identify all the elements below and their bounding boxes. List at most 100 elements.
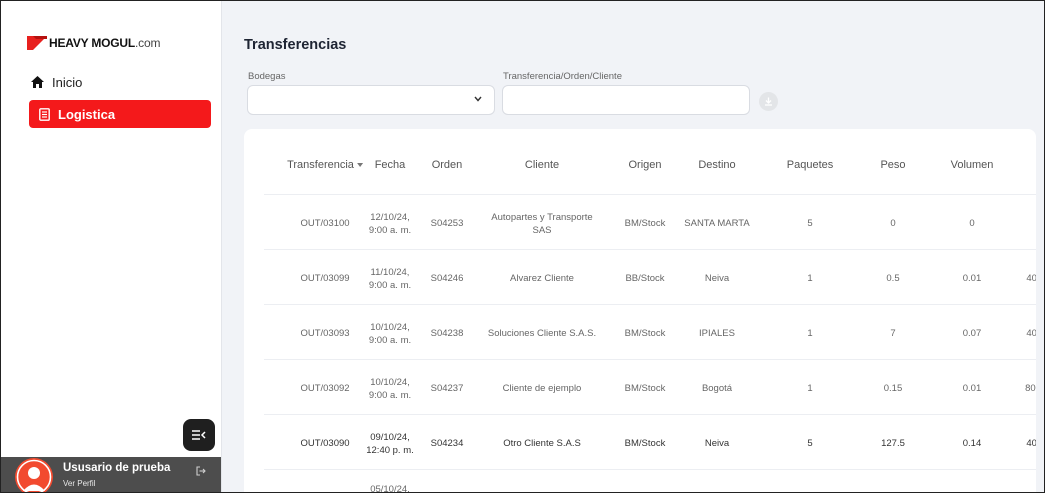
- column-header-origen[interactable]: Origen: [628, 159, 661, 171]
- cell-volumen: 0.14: [962, 438, 982, 449]
- column-header-fecha[interactable]: Fecha: [375, 159, 406, 171]
- cell-cliente: Otro Cliente S.A.S: [503, 438, 581, 449]
- cell-fecha-time: 9:00 a. m.: [368, 335, 412, 346]
- cell-paquetes: 5: [807, 218, 813, 229]
- download-button[interactable]: [759, 92, 778, 111]
- user-name: Ususario de prueba: [63, 462, 171, 474]
- cell-fecha: 10/10/24, 9:00 a. m.: [369, 376, 411, 402]
- cell-origen: BM/Stock: [624, 218, 666, 229]
- cell-fecha-date: 10/10/24,: [370, 377, 410, 388]
- logo-mark-icon: [27, 36, 47, 50]
- cell-paquetes: 1: [807, 328, 813, 339]
- cell-transferencia: OUT/03100: [300, 218, 350, 229]
- cell-peso: 0.5: [886, 273, 900, 284]
- cell-peso: 127.5: [881, 438, 905, 449]
- column-header-paquetes[interactable]: Paquetes: [787, 159, 833, 171]
- column-header-transferencia[interactable]: Transferencia: [287, 159, 363, 171]
- collapse-sidebar-button[interactable]: [183, 419, 215, 451]
- sidebar: HEAVY MOGUL.com Inicio Logistica Ususari…: [1, 1, 222, 492]
- column-header-cliente[interactable]: Cliente: [525, 159, 559, 171]
- avatar[interactable]: [15, 458, 53, 492]
- cell-fecha-date: 12/10/24,: [370, 212, 410, 223]
- search-label: Transferencia/Orden/Cliente: [503, 71, 622, 82]
- cell-cliente: Soluciones Cliente S.A.S.: [487, 328, 597, 339]
- logo-text: HEAVY MOGUL.com: [49, 36, 160, 50]
- column-header-peso[interactable]: Peso: [880, 159, 905, 171]
- column-header-volumen[interactable]: Volumen: [951, 159, 994, 171]
- cell-peso: 7: [890, 328, 896, 339]
- cell-transferencia: OUT/03099: [300, 273, 350, 284]
- cell-fecha-time: 9:00 a. m.: [368, 390, 412, 401]
- sidebar-item-inicio[interactable]: Inicio: [31, 68, 82, 96]
- sidebar-item-label: Logistica: [58, 106, 116, 122]
- cell-extra: 40!: [1026, 328, 1036, 339]
- app-window: HEAVY MOGUL.com Inicio Logistica Ususari…: [0, 0, 1045, 493]
- user-profile-bar[interactable]: Ususario de prueba Ver Perfil: [1, 457, 221, 492]
- cell-fecha: 10/10/24, 9:00 a. m.: [369, 321, 411, 347]
- cell-fecha-date: 11/10/24,: [370, 267, 410, 278]
- cell-cliente: Cliente de ejemplo: [502, 383, 582, 394]
- bodegas-select[interactable]: [247, 85, 495, 115]
- column-header-orden[interactable]: Orden: [432, 159, 463, 171]
- cell-peso: 0: [890, 218, 896, 229]
- clipboard-icon: [39, 107, 50, 121]
- cell-paquetes: 5: [807, 438, 813, 449]
- cell-fecha-time: 9:00 a. m.: [368, 280, 412, 291]
- cell-volumen: 0.01: [962, 383, 982, 394]
- main-content: Transferencias Bodegas Transferencia/Ord…: [222, 1, 1044, 492]
- row-divider: [264, 359, 1036, 360]
- cell-fecha-date: 10/10/24,: [370, 322, 410, 333]
- cell-orden: S04253: [430, 218, 464, 229]
- sidebar-item-label: Inicio: [52, 74, 83, 90]
- row-divider: [264, 304, 1036, 305]
- bodegas-label: Bodegas: [248, 71, 286, 82]
- cell-extra: 40!: [1026, 438, 1036, 449]
- cell-cliente: Autopartes y Transporte SAS: [491, 212, 593, 236]
- cell-transferencia: OUT/03090: [300, 438, 350, 449]
- cell-fecha: 11/10/24, 9:00 a. m.: [369, 266, 411, 292]
- cell-destino: Neiva: [704, 273, 730, 284]
- cell-extra: 807: [1025, 383, 1036, 394]
- cell-orden: S04246: [430, 273, 464, 284]
- download-icon: [765, 97, 772, 106]
- cell-extra: 40!: [1026, 273, 1036, 284]
- logout-icon[interactable]: [196, 463, 206, 481]
- cell-destino: Bogotá: [701, 383, 733, 394]
- chevron-down-icon: [474, 96, 482, 102]
- cell-volumen: 0: [969, 218, 975, 229]
- cell-fecha: 05/10/24,: [370, 484, 410, 493]
- home-icon: [31, 76, 44, 88]
- column-header-label: Transferencia: [287, 159, 354, 171]
- cell-paquetes: 1: [807, 383, 813, 394]
- header-divider: [264, 194, 1036, 195]
- transfers-table: Transferencia Fecha Orden Cliente Origen…: [244, 129, 1036, 493]
- row-divider: [264, 249, 1036, 250]
- sidebar-item-logistica[interactable]: Logistica: [29, 100, 211, 128]
- cell-origen: BM/Stock: [624, 438, 666, 449]
- cell-origen: BB/Stock: [625, 273, 665, 284]
- view-profile-link[interactable]: Ver Perfil: [63, 479, 95, 488]
- cell-fecha-time: 9:00 a. m.: [368, 225, 412, 236]
- brand-logo[interactable]: HEAVY MOGUL.com: [27, 33, 160, 53]
- user-silhouette-icon: [16, 459, 52, 492]
- cell-origen: BM/Stock: [624, 328, 666, 339]
- cell-orden: S04238: [430, 328, 464, 339]
- cell-cliente: Alvarez Cliente: [510, 273, 574, 284]
- row-divider: [264, 414, 1036, 415]
- cell-orden: S04237: [430, 383, 464, 394]
- brand-domain: .com: [135, 36, 161, 50]
- cell-orden: S04234: [430, 438, 464, 449]
- row-divider: [264, 469, 1036, 470]
- cell-volumen: 0.07: [962, 328, 982, 339]
- search-input[interactable]: [502, 85, 750, 115]
- cell-origen: BM/Stock: [624, 383, 666, 394]
- page-title: Transferencias: [244, 37, 347, 53]
- sort-caret-down-icon: [356, 163, 363, 168]
- column-header-destino[interactable]: Destino: [698, 159, 735, 171]
- cell-destino: Neiva: [704, 438, 730, 449]
- cell-transferencia: OUT/03093: [300, 328, 350, 339]
- cell-volumen: 0.01: [962, 273, 982, 284]
- cell-fecha: 09/10/24, 12:40 p. m.: [366, 431, 414, 457]
- cell-transferencia: OUT/03092: [300, 383, 350, 394]
- collapse-menu-icon: [192, 430, 206, 440]
